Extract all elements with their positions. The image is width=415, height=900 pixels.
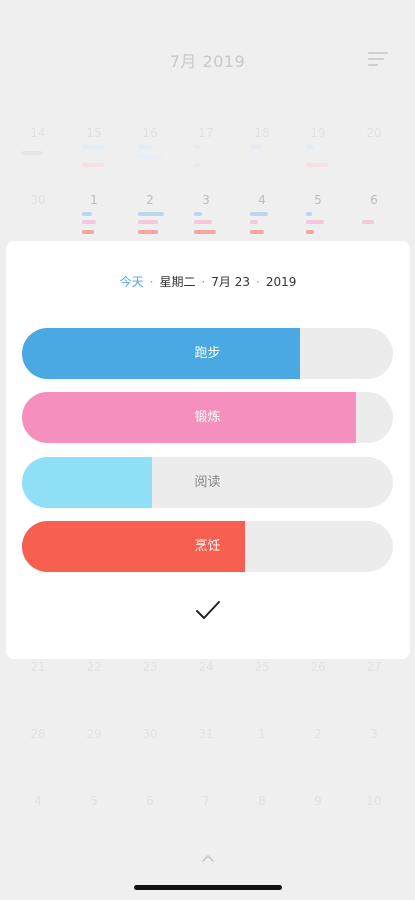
calendar-day[interactable]: 28: [10, 726, 66, 742]
calendar-day[interactable]: 9: [290, 793, 346, 809]
chevron-up-icon[interactable]: [201, 848, 215, 862]
activity-sheet: 今天 · 星期二 · 7月 23 · 2019 跑步 锻炼 阅读 烹饪: [6, 241, 410, 659]
calendar-day[interactable]: 6: [122, 793, 178, 809]
calendar-day[interactable]: 2: [290, 726, 346, 742]
activity-bar-cooking[interactable]: 烹饪: [22, 521, 393, 572]
calendar-day[interactable]: 1: [234, 726, 290, 742]
activity-label: 锻炼: [194, 410, 221, 425]
calendar-day[interactable]: 14: [10, 125, 66, 141]
activity-label: 跑步: [194, 346, 221, 361]
calendar-day[interactable]: 16: [122, 125, 178, 141]
activity-bar-reading[interactable]: 阅读: [22, 457, 393, 508]
menu-icon[interactable]: [368, 52, 388, 68]
calendar-day[interactable]: 30: [122, 726, 178, 742]
activity-label: 阅读: [194, 475, 221, 490]
calendar-day[interactable]: 19: [290, 125, 346, 141]
calendar-day[interactable]: 4: [10, 793, 66, 809]
calendar-day[interactable]: 22: [66, 659, 122, 675]
month-title: 7月 2019: [169, 52, 246, 71]
calendar-day[interactable]: 3: [178, 192, 234, 208]
calendar-day[interactable]: 4: [234, 192, 290, 208]
calendar-day[interactable]: 31: [178, 726, 234, 742]
calendar-day[interactable]: 25: [234, 659, 290, 675]
check-icon[interactable]: [195, 599, 221, 621]
selected-date-line: 今天 · 星期二 · 7月 23 · 2019: [119, 275, 297, 289]
home-indicator: [134, 885, 282, 890]
calendar-day[interactable]: 8: [234, 793, 290, 809]
calendar-week-row-5: 28 29 30 31 1 2 3: [0, 726, 415, 786]
calendar-day[interactable]: 27: [346, 659, 402, 675]
year-label: 2019: [265, 275, 297, 289]
calendar-day[interactable]: 2: [122, 192, 178, 208]
calendar-day[interactable]: 17: [178, 125, 234, 141]
calendar-day[interactable]: 3: [346, 726, 402, 742]
weekday-label: 星期二: [159, 275, 196, 289]
calendar-day[interactable]: 10: [346, 793, 402, 809]
calendar-day[interactable]: 5: [290, 192, 346, 208]
calendar-day[interactable]: 7: [178, 793, 234, 809]
calendar-day[interactable]: 6: [346, 192, 402, 208]
calendar-day[interactable]: 30: [10, 192, 66, 208]
calendar-day[interactable]: 15: [66, 125, 122, 141]
calendar-day[interactable]: 1: [66, 192, 122, 208]
calendar-day[interactable]: 26: [290, 659, 346, 675]
activity-label: 烹饪: [194, 539, 221, 554]
calendar-week-row-6: 4 5 6 7 8 9 10: [0, 793, 415, 853]
calendar-week-row-0: 14 15 16 17 18 19 20: [0, 125, 415, 185]
calendar-day[interactable]: 20: [346, 125, 402, 141]
date-label: 7月 23: [211, 275, 251, 289]
activity-bar-running[interactable]: 跑步: [22, 328, 393, 379]
calendar-day[interactable]: 29: [66, 726, 122, 742]
calendar-day[interactable]: 5: [66, 793, 122, 809]
calendar-week-row-4: 21 22 23 24 25 26 27: [0, 659, 415, 719]
calendar-day[interactable]: 21: [10, 659, 66, 675]
calendar-day[interactable]: 24: [178, 659, 234, 675]
calendar-day[interactable]: 18: [234, 125, 290, 141]
calendar-day[interactable]: 23: [122, 659, 178, 675]
activity-bar-workout[interactable]: 锻炼: [22, 392, 393, 443]
today-label[interactable]: 今天: [120, 275, 144, 289]
